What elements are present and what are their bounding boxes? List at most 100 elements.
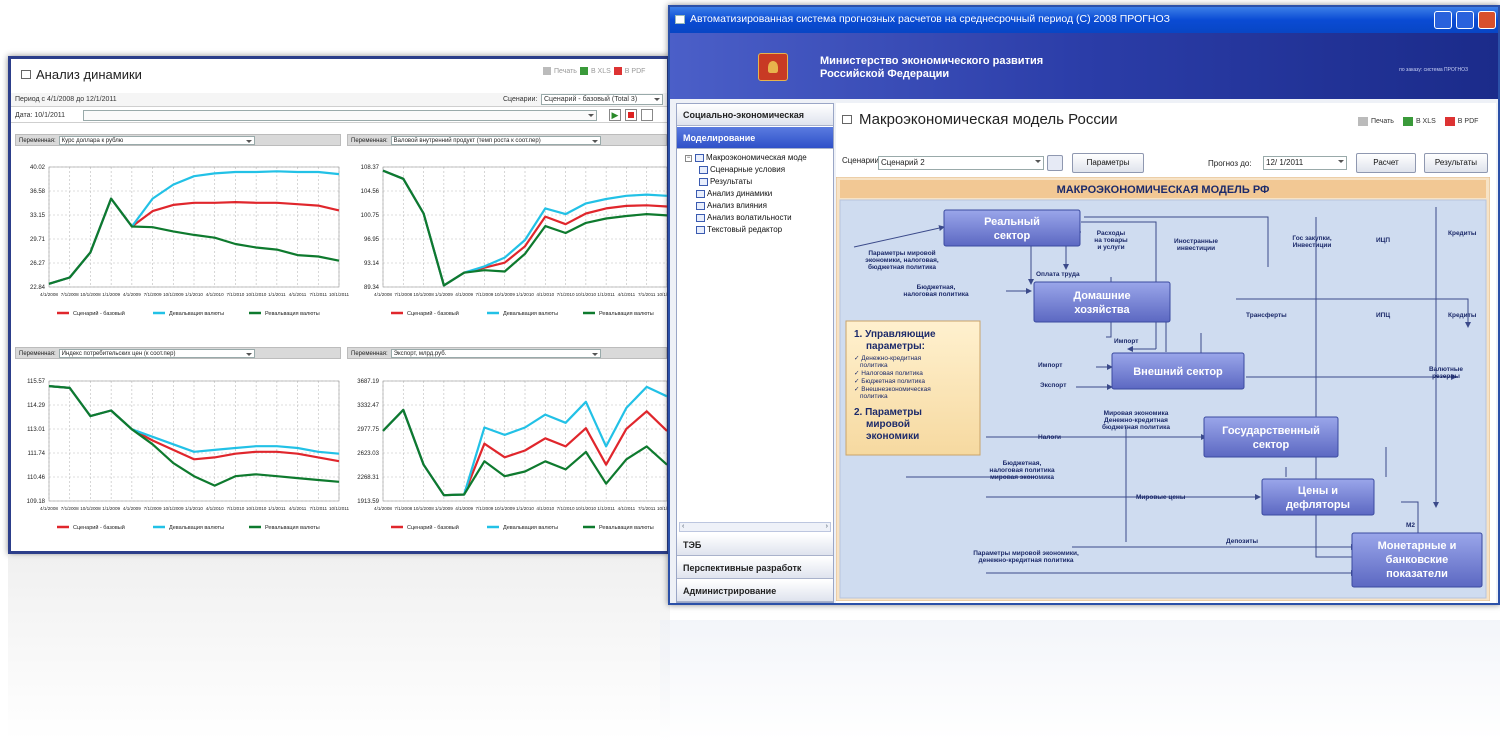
sidebar-item-teb[interactable]: ТЭБ	[677, 534, 833, 556]
navigation-sidebar: Социально-экономическая Моделирование − М…	[676, 103, 834, 603]
tree-item-label: Анализ влияния	[707, 201, 767, 210]
collapse-icon[interactable]: −	[685, 154, 692, 162]
legend-label: Сценарий - базовый	[73, 310, 125, 317]
y-tick-label: 2977.75	[357, 427, 379, 433]
scenario-select[interactable]: Сценарий 2	[878, 156, 1044, 170]
x-tick-label: 10/1/2010	[576, 506, 597, 511]
x-tick-label: 4/1/2010	[206, 292, 224, 297]
calculate-button[interactable]: Расчет	[1356, 153, 1416, 173]
x-tick-label: 10/1/2010	[246, 292, 267, 297]
x-tick-label: 4/1/2008	[374, 292, 392, 297]
x-tick-label: 1/1/2011	[268, 292, 286, 297]
x-tick-label: 10/1/2008	[413, 292, 434, 297]
tree-item-label: Результаты	[710, 177, 753, 186]
y-tick-label: 3332.47	[357, 403, 379, 409]
tree-item-label: Анализ волатильности	[707, 213, 792, 222]
model-tree: − Макроэкономическая моде Сценарные услови…	[685, 152, 807, 236]
svg-text:хозяйства: хозяйства	[1074, 304, 1130, 316]
diagram-title: МАКРОЭКОНОМИЧЕСКАЯ МОДЕЛЬ РФ	[1057, 184, 1270, 196]
svg-text:бюджетная политика: бюджетная политика	[868, 263, 936, 271]
tree-item[interactable]: Анализ динамики	[685, 188, 807, 200]
maximize-button[interactable]	[1456, 11, 1474, 29]
sidebar-item-modeling[interactable]: Моделирование	[677, 127, 833, 149]
scroll-right-icon[interactable]: ›	[826, 523, 828, 530]
box-external-sector[interactable]: Внешний сектор	[1111, 352, 1245, 390]
svg-text:параметры:: параметры:	[866, 341, 925, 352]
minimize-button[interactable]	[1434, 11, 1452, 29]
svg-text:Реальный: Реальный	[984, 216, 1040, 228]
svg-text:Налоги: Налоги	[1038, 434, 1061, 441]
tree-item[interactable]: Сценарные условия	[685, 164, 807, 176]
legend-label: Девальвация валюты	[503, 525, 558, 531]
svg-text:инвестиции: инвестиции	[1177, 245, 1215, 252]
x-tick-label: 7/1/2008	[61, 506, 79, 511]
x-tick-label: 7/1/2010	[226, 292, 244, 297]
svg-text:Мировые цены: Мировые цены	[1136, 494, 1186, 501]
x-tick-label: 4/1/2008	[374, 506, 392, 511]
legend-label: Сценарий - базовый	[73, 524, 125, 531]
page-title: Макроэкономическая модель России	[842, 111, 1118, 128]
dynamics-analysis-window: Анализ динамики Печать B XLS B PDF Перио…	[8, 56, 670, 554]
svg-text:Валютные: Валютные	[1429, 366, 1463, 373]
results-button[interactable]: Результаты	[1424, 153, 1488, 173]
ministry-banner: Министерство экономического развития Росс…	[670, 33, 1498, 99]
tree-item[interactable]: Результаты	[685, 176, 807, 188]
x-tick-label: 7/1/2010	[557, 292, 575, 297]
forecast-date-select[interactable]: 12/ 1/2011	[1263, 156, 1347, 170]
sidebar-item-prospective[interactable]: Перспективные разработк	[677, 557, 833, 579]
svg-text:Домашние: Домашние	[1073, 290, 1130, 302]
print-icon[interactable]	[1358, 117, 1368, 126]
scenario-label: Сценарии	[842, 156, 879, 165]
x-tick-label: 7/1/2008	[394, 292, 412, 297]
sidebar-item-admin[interactable]: Администрирование	[677, 580, 833, 602]
tree-item[interactable]: Текстовый редактор	[685, 224, 807, 236]
document-icon	[695, 154, 704, 162]
tree-item[interactable]: Анализ волатильности	[685, 212, 807, 224]
box-real-sector[interactable]: Реальный сектор	[943, 209, 1081, 247]
document-icon	[696, 202, 705, 210]
document-icon	[699, 178, 708, 186]
svg-text:налоговая политика: налоговая политика	[903, 291, 969, 298]
x-tick-label: 1/1/2010	[516, 506, 534, 511]
box-monetary-banking[interactable]: Монетарные и банковские показатели	[1351, 532, 1483, 588]
pdf-icon[interactable]	[1444, 117, 1455, 126]
x-tick-label: 4/1/2009	[455, 292, 473, 297]
svg-text:мировой: мировой	[866, 419, 910, 430]
x-tick-label: 1/1/2009	[102, 292, 120, 297]
scroll-left-icon[interactable]: ‹	[682, 523, 684, 530]
x-tick-label: 7/1/2008	[394, 506, 412, 511]
x-tick-label: 10/1/2011	[657, 506, 667, 511]
legend-label: Сценарий - базовый	[407, 310, 459, 317]
svg-text:политика: политика	[860, 393, 888, 400]
box-households[interactable]: Домашние хозяйства	[1033, 281, 1171, 323]
box-government-sector[interactable]: Государственный сектор	[1203, 416, 1339, 458]
banner-title-line2: Российской Федерации	[820, 68, 950, 80]
y-tick-label: 2268.31	[357, 475, 379, 481]
close-button[interactable]	[1478, 11, 1496, 29]
y-tick-label: 29.71	[30, 237, 46, 243]
tree-item-label: Анализ динамики	[707, 189, 773, 198]
tree-item-label: Макроэкономическая моде	[706, 153, 807, 162]
svg-text:ИПЦ: ИПЦ	[1376, 312, 1390, 319]
sidebar-item-socioeconomic[interactable]: Социально-экономическая	[677, 104, 833, 126]
tree-item[interactable]: − Макроэкономическая моде	[685, 152, 807, 164]
svg-text:экономики: экономики	[866, 431, 919, 442]
tree-item[interactable]: Анализ влияния	[685, 200, 807, 212]
y-tick-label: 93.14	[364, 261, 380, 267]
svg-text:Параметры мировой экономики,: Параметры мировой экономики,	[973, 549, 1079, 557]
pdf-button[interactable]: B PDF	[1458, 118, 1479, 125]
x-tick-label: 4/1/2010	[536, 506, 554, 511]
svg-text:Цены и: Цены и	[1298, 485, 1338, 497]
database-icon[interactable]	[1047, 155, 1063, 171]
y-tick-label: 111.74	[28, 451, 46, 457]
box-prices-deflators[interactable]: Цены и дефляторы	[1261, 478, 1375, 516]
macro-model-diagram: МАКРОЭКОНОМИЧЕСКАЯ МОДЕЛЬ РФ Реальный се…	[836, 177, 1490, 601]
params-button[interactable]: Параметры	[1072, 153, 1144, 173]
xls-icon[interactable]	[1402, 117, 1413, 126]
x-tick-label: 10/1/2010	[246, 506, 267, 511]
sidebar-horizontal-scrollbar[interactable]: ‹ ›	[679, 522, 831, 532]
y-tick-label: 100.75	[361, 213, 380, 219]
print-button[interactable]: Печать	[1371, 118, 1394, 125]
title-bar-text: Автоматизированная система прогнозных ра…	[690, 13, 1171, 25]
xls-button[interactable]: B XLS	[1416, 118, 1436, 125]
